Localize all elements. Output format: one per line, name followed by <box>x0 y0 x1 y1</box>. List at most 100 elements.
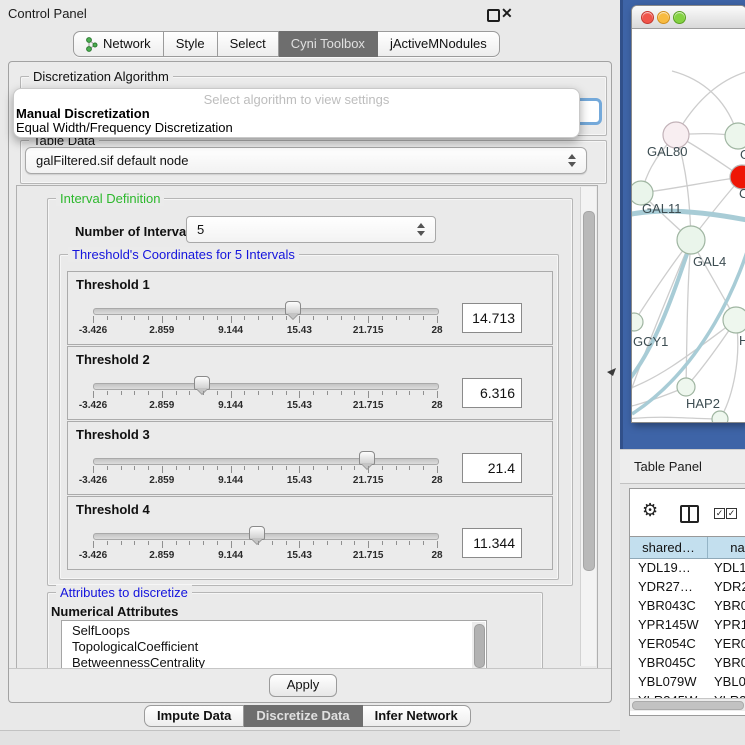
tick-mark <box>313 391 314 395</box>
threshold-3-value-field[interactable]: 21.4 <box>462 453 522 483</box>
numerical-attributes-list: SelfLoops TopologicalCoefficient Between… <box>61 620 487 669</box>
checkbox-icon[interactable]: ✓ <box>726 508 737 519</box>
tick-mark <box>189 541 190 545</box>
dropdown-option-equal-width-frequency[interactable]: Equal Width/Frequency Discretization <box>16 120 233 135</box>
tick-label: 9.144 <box>218 325 243 336</box>
threshold-3-slider[interactable] <box>93 458 439 465</box>
tick-mark <box>354 391 355 395</box>
table-row[interactable]: YDR27…YDR2 <box>630 577 745 596</box>
attributes-list-scrollbar[interactable] <box>472 622 485 669</box>
tick-mark <box>327 541 328 545</box>
node-label-partial: C <box>739 186 745 201</box>
tick-mark <box>354 316 355 320</box>
tab-select[interactable]: Select <box>218 31 279 57</box>
tick-label: 21.715 <box>353 400 384 411</box>
threshold-1-value-field[interactable]: 14.713 <box>462 303 522 333</box>
tab-cyni-toolbox[interactable]: Cyni Toolbox <box>279 31 378 57</box>
slider-thumb[interactable] <box>194 376 210 390</box>
tick-mark <box>217 316 218 320</box>
list-item-selfloops[interactable]: SelfLoops <box>62 623 472 639</box>
table-data-combobox[interactable]: galFiltered.sif default node <box>25 147 587 174</box>
control-panel: Control Panel ✕ Network Style Sel <box>0 0 620 745</box>
tick-mark <box>176 391 177 395</box>
tab-impute-data[interactable]: Impute Data <box>144 705 244 727</box>
tick-mark <box>423 391 424 395</box>
table-row[interactable]: YBR045CYBR0 <box>630 653 745 672</box>
scrollbar-thumb[interactable] <box>583 211 595 571</box>
table-row[interactable]: YBR043CYBR0 <box>630 596 745 615</box>
list-item-betweennesscentrality[interactable]: BetweennessCentrality <box>62 655 472 669</box>
list-item-topologicalcoefficient[interactable]: TopologicalCoefficient <box>62 639 472 655</box>
table-row[interactable]: YER054CYER0 <box>630 634 745 653</box>
tab-label: Infer Network <box>375 706 458 726</box>
close-traffic-light-icon[interactable] <box>641 11 654 24</box>
tab-jactivemnodules[interactable]: jActiveMNodules <box>378 31 500 57</box>
table-row[interactable]: YLR345WYLR3 <box>630 691 745 698</box>
threshold-4-slider[interactable] <box>93 533 439 540</box>
tick-mark <box>203 316 204 320</box>
minimize-traffic-light-icon[interactable] <box>657 11 670 24</box>
tab-infer-network[interactable]: Infer Network <box>363 705 471 727</box>
network-canvas[interactable]: GAL80 GAL11 GAL4 GCY1 HAP2 G C H <box>632 29 745 422</box>
cell-shared-name: YDR27… <box>630 577 707 596</box>
node-gcy1[interactable] <box>632 313 643 331</box>
settings-vertical-scrollbar[interactable] <box>580 187 596 666</box>
tick-mark <box>121 541 122 545</box>
threshold-1-slider[interactable] <box>93 308 439 315</box>
tick-mark <box>437 391 438 398</box>
cell-name: YPR1 <box>707 615 745 634</box>
node-hap2[interactable] <box>677 378 695 396</box>
gear-icon[interactable]: ⚙ <box>642 500 658 521</box>
node-bottom[interactable] <box>712 411 728 423</box>
tick-mark <box>409 541 410 545</box>
threshold-2-value-field[interactable]: 6.316 <box>462 378 522 408</box>
slider-tick-labels: -3.426 2.859 9.144 15.43 21.715 28 <box>93 325 437 337</box>
tick-label: 9.144 <box>218 400 243 411</box>
slider-thumb[interactable] <box>249 526 265 540</box>
dropdown-option-manual-discretization[interactable]: Manual Discretization <box>16 106 150 121</box>
tab-network[interactable]: Network <box>73 31 164 57</box>
column-header-shared-name[interactable]: shared… <box>630 537 708 558</box>
table-horizontal-scrollbar[interactable] <box>630 698 745 711</box>
apply-button[interactable]: Apply <box>269 674 337 697</box>
threshold-4-value-field[interactable]: 11.344 <box>462 528 522 558</box>
group-title: Threshold's Coordinates for 5 Intervals <box>68 247 299 262</box>
checkbox-icon[interactable]: ✓ <box>714 508 725 519</box>
tick-label: 21.715 <box>353 325 384 336</box>
table-row[interactable]: YPR145WYPR1 <box>630 615 745 634</box>
network-window-titlebar[interactable] <box>632 6 745 29</box>
threshold-2-slider[interactable] <box>93 383 439 390</box>
node-top-right[interactable] <box>725 123 745 149</box>
column-header-name[interactable]: name <box>708 537 745 558</box>
tick-mark <box>382 391 383 395</box>
node-right-mid[interactable] <box>723 307 745 333</box>
number-of-intervals-combobox[interactable]: 5 <box>186 216 436 243</box>
tick-mark <box>437 316 438 323</box>
close-icon[interactable]: ✕ <box>501 5 513 22</box>
columns-icon[interactable] <box>680 505 699 523</box>
network-view-window[interactable]: GAL80 GAL11 GAL4 GCY1 HAP2 G C H <box>631 5 745 423</box>
tick-mark <box>327 466 328 470</box>
tick-mark <box>299 316 300 323</box>
float-panel-icon[interactable] <box>487 9 500 22</box>
tick-label: 28 <box>431 550 442 561</box>
tick-label: 28 <box>431 325 442 336</box>
table-row[interactable]: YDL19…YDL1 <box>630 558 745 577</box>
tick-mark <box>313 541 314 545</box>
node-label: GAL11 <box>642 201 682 216</box>
zoom-traffic-light-icon[interactable] <box>673 11 686 24</box>
tick-mark <box>354 541 355 545</box>
dropdown-placeholder-option[interactable]: Select algorithm to view settings <box>14 92 579 107</box>
table-row[interactable]: YBL079WYBL0 <box>630 672 745 691</box>
tick-mark <box>396 391 397 395</box>
cell-name: YBR0 <box>707 596 745 615</box>
slider-thumb[interactable] <box>359 451 375 465</box>
node-label: GCY1 <box>633 334 668 349</box>
control-panel-titlebar: Control Panel ✕ <box>0 0 620 27</box>
scrollbar-thumb[interactable] <box>632 701 744 710</box>
node-gal4[interactable] <box>677 226 705 254</box>
tick-mark <box>396 541 397 545</box>
tab-style[interactable]: Style <box>164 31 218 57</box>
tab-discretize-data[interactable]: Discretize Data <box>244 705 362 727</box>
slider-thumb[interactable] <box>285 301 301 315</box>
